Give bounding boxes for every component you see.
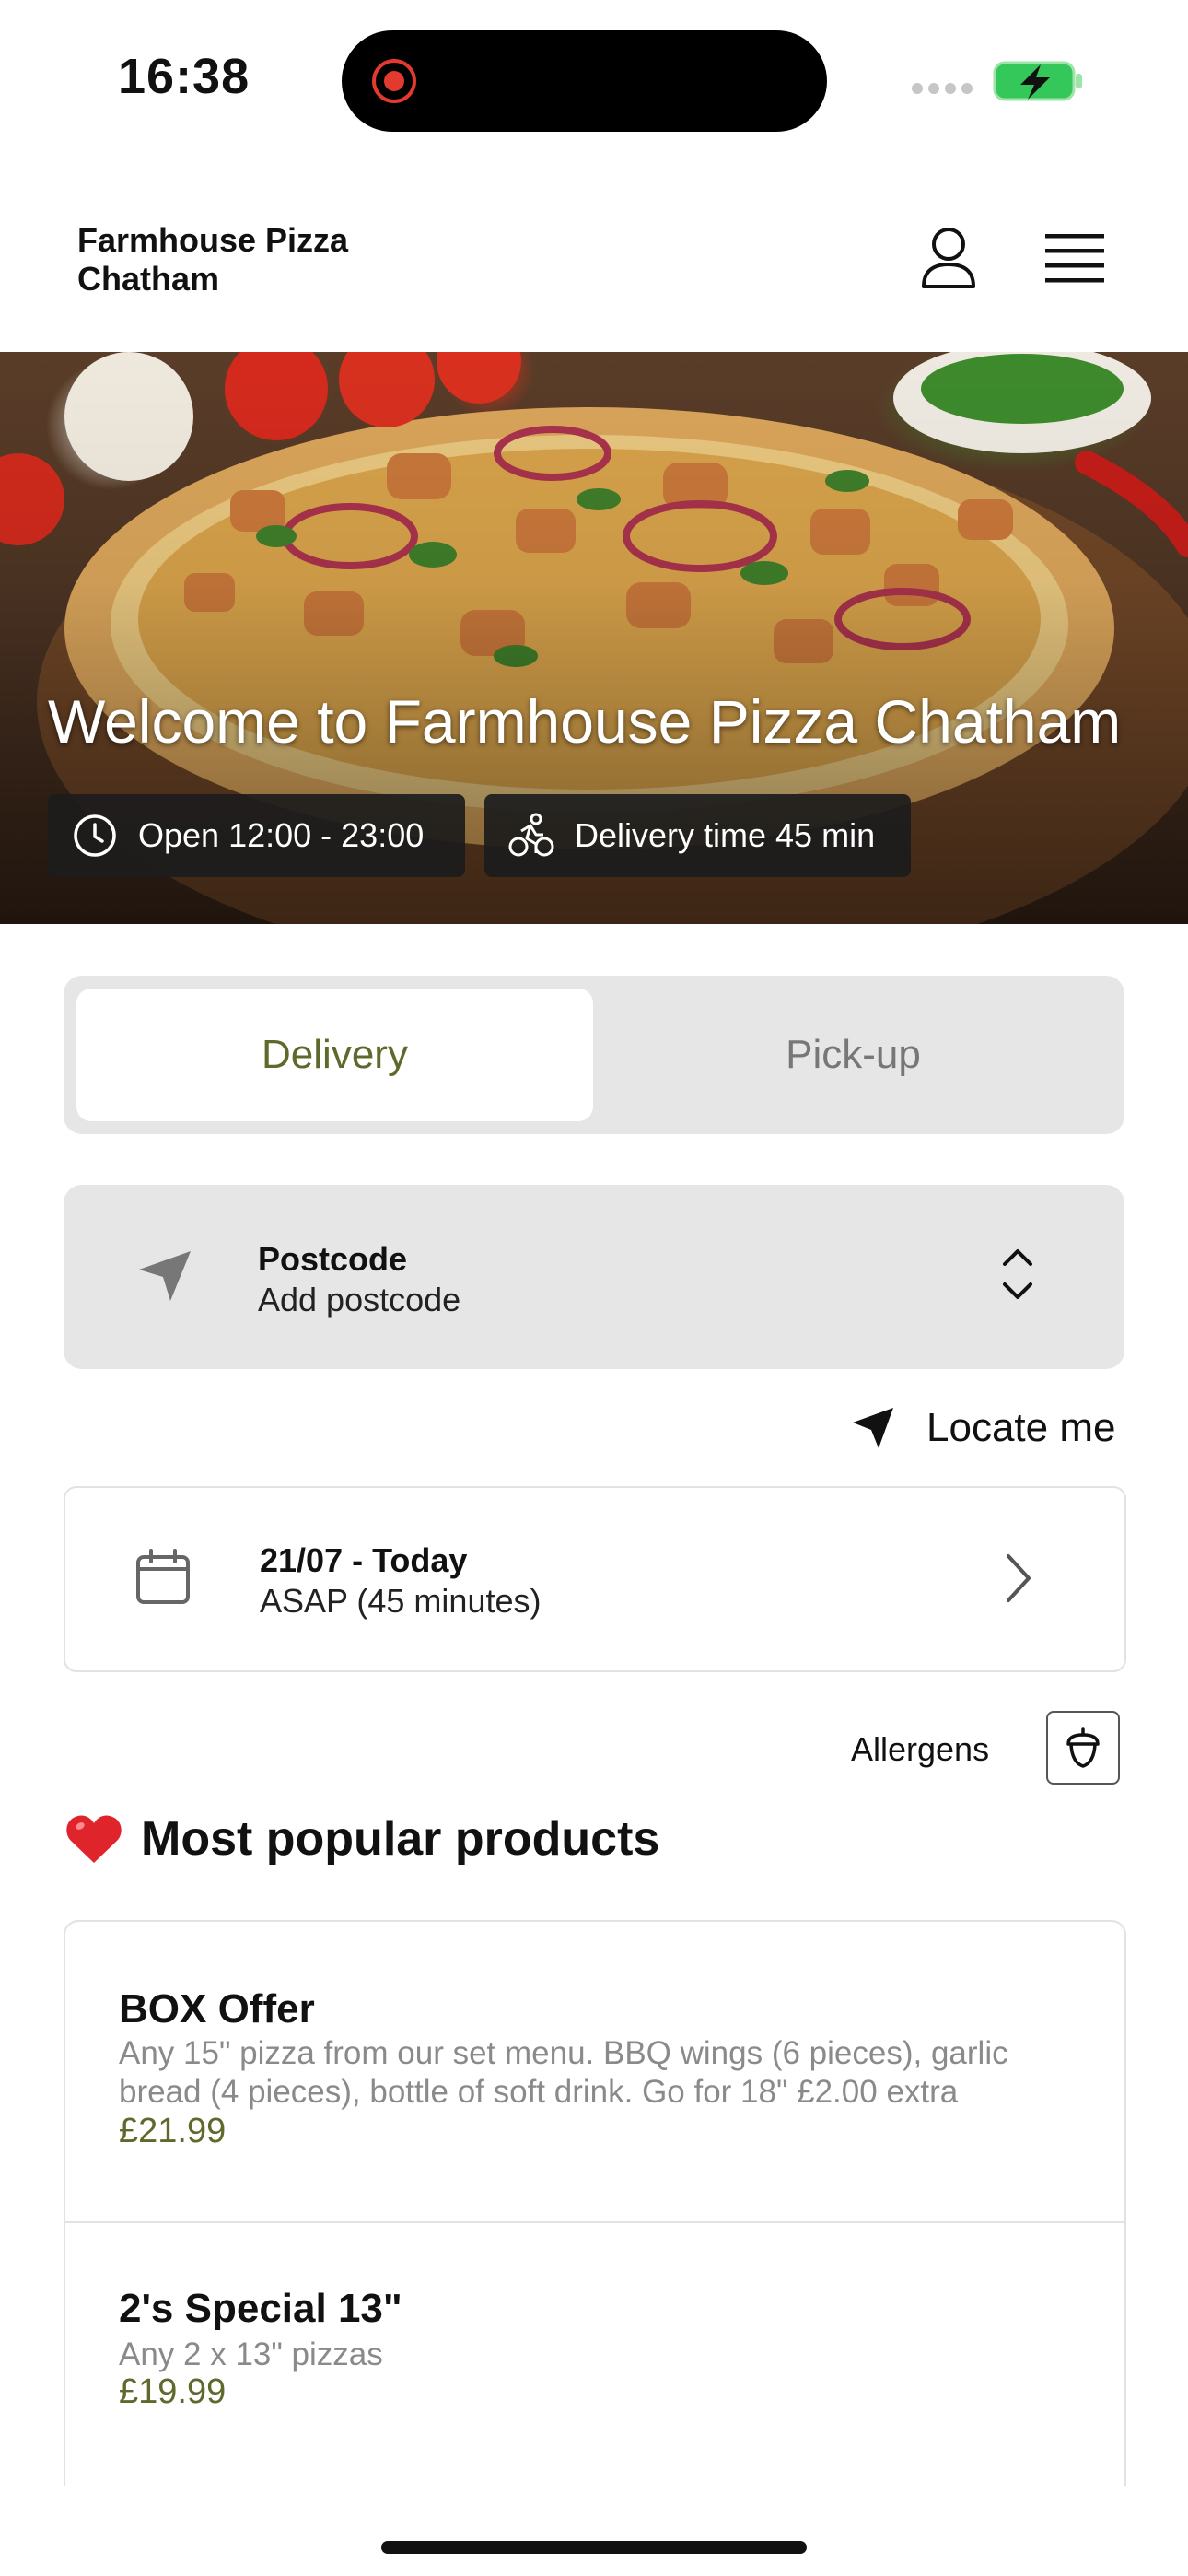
chevron-up-down-icon [1003, 1249, 1032, 1299]
allergens-label[interactable]: Allergens [851, 1730, 989, 1769]
postcode-label: Postcode [258, 1240, 408, 1278]
signal-icon [912, 83, 973, 94]
home-indicator[interactable] [381, 2541, 807, 2554]
status-bar: 16:38 [0, 0, 1188, 157]
clock-icon [74, 814, 116, 857]
acorn-icon [1066, 1727, 1100, 1768]
product-price: £19.99 [119, 2372, 227, 2411]
product-description: Any 15" pizza from our set menu. BBQ win… [119, 2035, 1008, 2110]
delivery-option[interactable]: Delivery [76, 989, 593, 1121]
status-time: 16:38 [118, 49, 250, 104]
heart-icon [66, 1815, 122, 1863]
app-header: Farmhouse Pizza Chatham [0, 157, 1188, 353]
product-name: BOX Offer [119, 1986, 315, 2032]
product-price: £21.99 [119, 2112, 227, 2150]
product-list: BOX Offer Any 15" pizza from our set men… [64, 1920, 1126, 2486]
location-arrow-icon [853, 1408, 893, 1448]
locate-me-label: Locate me [926, 1405, 1116, 1450]
pickup-option[interactable]: Pick-up [595, 989, 1112, 1121]
popular-section-title: Most popular products [65, 1811, 659, 1867]
user-icon [922, 228, 975, 288]
postcode-selector[interactable]: Postcode Add postcode [64, 1185, 1124, 1369]
popular-title-text: Most popular products [141, 1812, 660, 1866]
recording-icon [372, 59, 416, 103]
postcode-value: Add postcode [258, 1281, 461, 1318]
schedule-selector[interactable]: 21/07 - Today ASAP (45 minutes) [64, 1486, 1126, 1672]
hero-title: Welcome to Farmhouse Pizza Chatham [48, 687, 1122, 755]
product-card[interactable]: BOX Offer Any 15" pizza from our set men… [65, 1922, 1124, 2221]
dynamic-island [342, 30, 827, 132]
product-card[interactable]: 2's Special 13" Any 2 x 13" pizzas £19.9… [65, 2221, 1124, 2486]
allergens-button[interactable] [1046, 1711, 1120, 1785]
battery-charging-icon [993, 61, 1082, 101]
account-button[interactable] [907, 217, 990, 299]
product-description: Any 2 x 13" pizzas [119, 2336, 383, 2372]
order-type-toggle: Delivery Pick-up [64, 976, 1124, 1134]
menu-button[interactable] [1033, 217, 1116, 299]
chevron-right-icon [1007, 1554, 1031, 1602]
opening-hours-text: Open 12:00 - 23:00 [138, 816, 425, 854]
locate-me-button[interactable]: Locate me [851, 1400, 1115, 1456]
schedule-date: 21/07 - Today [260, 1541, 468, 1579]
product-name: 2's Special 13" [119, 2286, 402, 2331]
brand-name[interactable]: Farmhouse Pizza Chatham [77, 221, 390, 299]
bicycle-icon [508, 813, 554, 857]
schedule-time: ASAP (45 minutes) [260, 1582, 542, 1620]
opening-hours-badge: Open 12:00 - 23:00 [48, 794, 465, 877]
delivery-time-badge: Delivery time 45 min [484, 794, 911, 877]
delivery-time-text: Delivery time 45 min [575, 816, 876, 854]
navigation-arrow-icon [139, 1251, 191, 1301]
hero-banner: Welcome to Farmhouse Pizza Chatham Open … [0, 352, 1188, 924]
hamburger-menu-icon [1045, 234, 1104, 283]
calendar-icon [136, 1549, 190, 1604]
